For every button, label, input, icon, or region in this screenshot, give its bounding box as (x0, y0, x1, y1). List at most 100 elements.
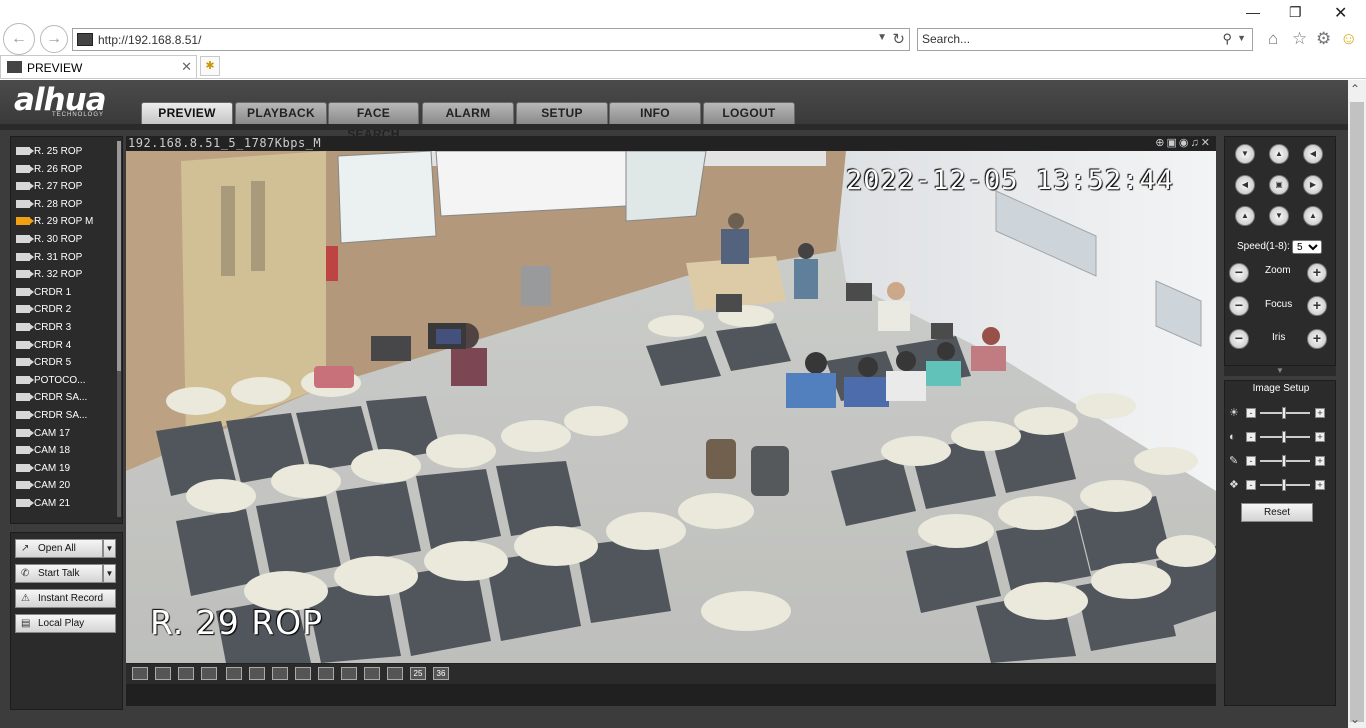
reset-button[interactable]: Reset (1241, 503, 1313, 522)
ptz-down-right-icon[interactable]: ▲ (1303, 206, 1323, 226)
tab-close-icon[interactable]: ✕ (181, 59, 192, 75)
camera-item[interactable]: CRDR SA... (16, 390, 116, 406)
restore-icon[interactable]: ❐ (1289, 4, 1302, 21)
iris-close-button[interactable]: − (1229, 329, 1249, 349)
layout-36-icon[interactable]: 36 (433, 667, 449, 680)
settings-gear-icon[interactable]: ⚙ (1316, 29, 1331, 49)
camera-item[interactable]: R. 28 ROP (16, 197, 116, 213)
search-box[interactable]: ⚲ ▼ (917, 28, 1253, 51)
zoom-in-icon[interactable]: ⊕ (1155, 137, 1166, 149)
open-all-button[interactable]: ↗ Open All (15, 539, 103, 558)
camera-item[interactable]: CAM 19 (16, 461, 116, 477)
layout-6-icon[interactable] (272, 667, 288, 680)
camera-item[interactable]: R. 29 ROP M (16, 214, 116, 230)
close-window-icon[interactable]: ✕ (1334, 3, 1347, 23)
ptz-up-left-icon[interactable]: ▼ (1235, 144, 1255, 164)
local-play-button[interactable]: ▤ Local Play (15, 614, 116, 633)
snapshot-icon[interactable]: ▣ (1167, 137, 1179, 149)
zoom-out-button[interactable]: − (1229, 263, 1249, 283)
search-icon[interactable]: ⚲ (1222, 31, 1232, 47)
forward-button[interactable]: → (40, 25, 68, 53)
layout-16-icon[interactable] (364, 667, 380, 680)
live-video-feed[interactable]: 2022-12-05 13:52:44 R. 29 ROP (126, 151, 1216, 663)
ptz-3d-position-icon[interactable]: ▣ (1269, 175, 1289, 195)
refresh-icon[interactable]: ↻ (892, 30, 905, 48)
close-video-icon[interactable]: ✕ (1201, 137, 1212, 149)
camera-item[interactable]: R. 32 ROP (16, 267, 116, 283)
layout-13-icon[interactable] (341, 667, 357, 680)
audio-icon[interactable]: ♫ (1191, 137, 1201, 149)
search-input[interactable] (922, 32, 1212, 46)
search-dropdown-icon[interactable]: ▼ (1237, 33, 1246, 43)
layout-1-icon[interactable] (226, 667, 242, 680)
camera-icon[interactable]: ◉ (1179, 137, 1191, 149)
camera-item[interactable]: R. 25 ROP (16, 144, 116, 160)
smiley-feedback-icon[interactable]: ☺ (1340, 29, 1357, 49)
tab-playback[interactable]: PLAYBACK (235, 102, 327, 124)
instant-record-button[interactable]: ⚠ Instant Record (15, 589, 116, 608)
camera-item[interactable]: R. 31 ROP (16, 250, 116, 266)
zoom-in-button[interactable]: + (1307, 263, 1327, 283)
tab-preview[interactable]: PREVIEW (141, 102, 233, 124)
layout-4-icon[interactable] (249, 667, 265, 680)
browser-tab[interactable]: PREVIEW ✕ (0, 55, 197, 78)
tab-setup[interactable]: SETUP (516, 102, 608, 124)
layout-25-icon[interactable]: 25 (410, 667, 426, 680)
contrast-increase-button[interactable]: + (1315, 432, 1325, 442)
hue-increase-button[interactable]: + (1315, 480, 1325, 490)
camera-item[interactable]: CRDR 4 (16, 338, 116, 354)
camera-list-scroll-thumb[interactable] (117, 141, 121, 371)
new-tab-button[interactable]: ✱ (200, 56, 220, 76)
ptz-collapse-toggle[interactable]: ▼ (1224, 366, 1336, 376)
tab-alarm[interactable]: ALARM (422, 102, 514, 124)
back-button[interactable]: ← (3, 23, 35, 55)
home-icon[interactable]: ⌂ (1268, 29, 1278, 49)
open-all-dropdown[interactable]: ▼ (103, 539, 116, 558)
address-bar[interactable]: http://192.168.8.51/ ▼ ↻ (72, 28, 910, 51)
scroll-up-icon[interactable]: ⌃ (1350, 82, 1360, 96)
camera-item[interactable]: CAM 17 (16, 426, 116, 442)
camera-item[interactable]: R. 27 ROP (16, 179, 116, 195)
layout-9-icon[interactable] (318, 667, 334, 680)
tab-face-search[interactable]: FACE SEARCH (328, 102, 419, 141)
fullscreen-icon[interactable] (178, 667, 194, 680)
camera-item[interactable]: CRDR SA... (16, 408, 116, 424)
camera-list-scrollbar[interactable] (117, 141, 121, 517)
hue-decrease-button[interactable]: - (1246, 480, 1256, 490)
minimize-icon[interactable]: — (1246, 4, 1260, 20)
layout-wide-icon[interactable] (201, 667, 217, 680)
scroll-down-icon[interactable]: ⌄ (1350, 712, 1360, 726)
ptz-up-icon[interactable]: ▲ (1269, 144, 1289, 164)
camera-item[interactable]: POTOCO... (16, 373, 116, 389)
page-scrollbar[interactable]: ⌃ ⌄ (1348, 80, 1366, 728)
camera-item[interactable]: R. 26 ROP (16, 162, 116, 178)
saturation-slider-knob[interactable] (1282, 455, 1286, 467)
iris-open-button[interactable]: + (1307, 329, 1327, 349)
saturation-increase-button[interactable]: + (1315, 456, 1325, 466)
contrast-decrease-button[interactable]: - (1246, 432, 1256, 442)
brightness-increase-button[interactable]: + (1315, 408, 1325, 418)
tab-logout[interactable]: LOGOUT (703, 102, 795, 124)
camera-item[interactable]: CAM 18 (16, 443, 116, 459)
brightness-decrease-button[interactable]: - (1246, 408, 1256, 418)
layout-8-icon[interactable] (295, 667, 311, 680)
ptz-right-icon[interactable]: ▶ (1303, 175, 1323, 195)
camera-item[interactable]: CRDR 2 (16, 302, 116, 318)
contrast-slider-knob[interactable] (1282, 431, 1286, 443)
camera-item[interactable]: CRDR 5 (16, 355, 116, 371)
ptz-down-icon[interactable]: ▼ (1269, 206, 1289, 226)
camera-item[interactable]: R. 30 ROP (16, 232, 116, 248)
address-dropdown-icon[interactable]: ▼ (877, 32, 887, 43)
brightness-slider-knob[interactable] (1282, 407, 1286, 419)
layout-original-icon[interactable] (132, 667, 148, 680)
page-scroll-thumb[interactable] (1350, 102, 1364, 722)
hue-slider-knob[interactable] (1282, 479, 1286, 491)
camera-item[interactable]: CAM 20 (16, 478, 116, 494)
focus-far-button[interactable]: + (1307, 296, 1327, 316)
favorites-star-icon[interactable]: ☆ (1292, 29, 1307, 49)
ptz-left-icon[interactable]: ◀ (1235, 175, 1255, 195)
tab-info[interactable]: INFO (609, 102, 701, 124)
layout-20-icon[interactable] (387, 667, 403, 680)
camera-item[interactable]: CRDR 1 (16, 285, 116, 301)
camera-item[interactable]: CAM 21 (16, 496, 116, 512)
